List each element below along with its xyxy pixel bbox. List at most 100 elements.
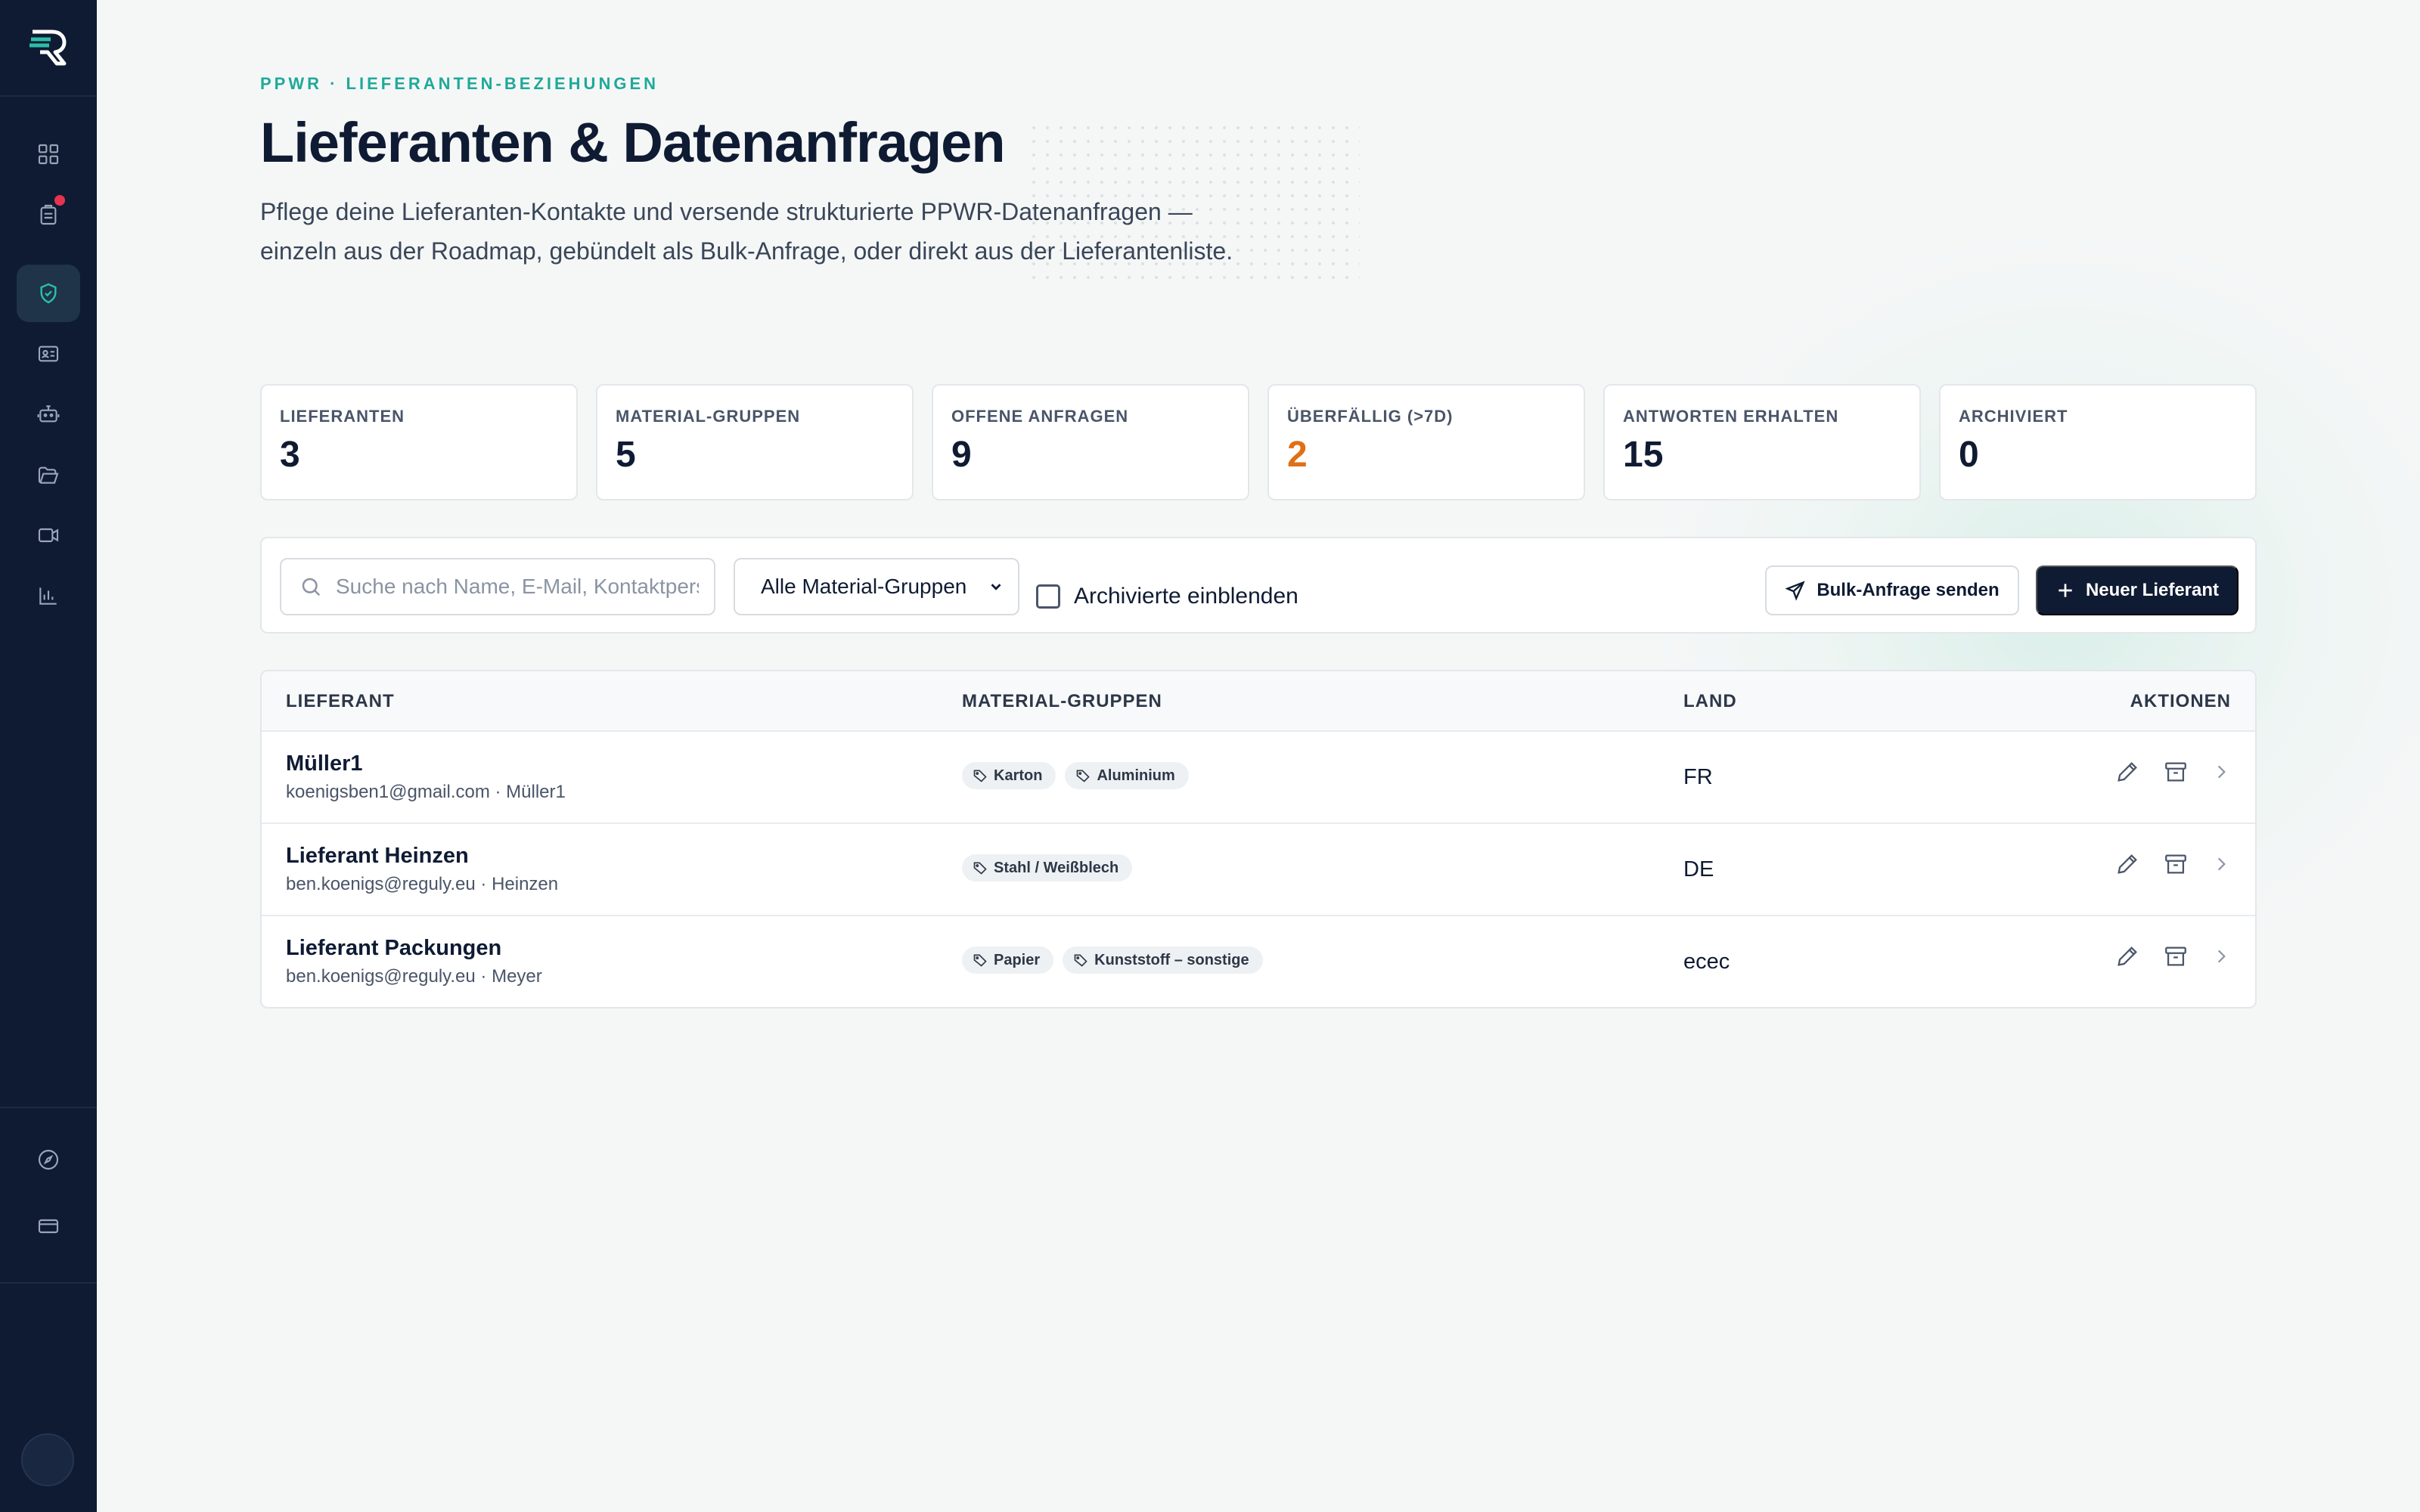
stat-card-overdue: ÜBERFÄLLIG (>7D) 2 xyxy=(1267,384,1585,500)
stat-card-open-requests: OFFENE ANFRAGEN 9 xyxy=(932,384,1249,500)
compass-icon xyxy=(38,1149,59,1170)
archive-icon xyxy=(2165,947,2186,966)
material-tags: Papier Kunststoff – sonstige xyxy=(962,947,1263,974)
nav-billing[interactable] xyxy=(17,1198,80,1255)
supplier-name[interactable]: Lieferant Heinzen xyxy=(286,844,469,869)
user-avatar[interactable] xyxy=(21,1433,74,1486)
stat-label: ANTWORTEN ERHALTEN xyxy=(1623,407,1839,426)
bulk-request-button[interactable]: Bulk-Anfrage senden xyxy=(1765,565,2019,615)
stat-value: 9 xyxy=(951,435,972,475)
stats-row: LIEFERANTEN 3 MATERIAL-GRUPPEN 5 OFFENE … xyxy=(260,384,2257,500)
supplier-country: FR xyxy=(1683,765,1713,789)
video-icon xyxy=(38,528,59,543)
nav-assistant[interactable] xyxy=(17,386,80,443)
supplier-table: LIEFERANT MATERIAL-GRUPPEN LAND AKTIONEN… xyxy=(260,670,2257,1009)
supplier-country: ecec xyxy=(1683,950,1730,974)
column-header-material-groups[interactable]: MATERIAL-GRUPPEN xyxy=(962,691,1162,712)
stat-card-material-groups: MATERIAL-GRUPPEN 5 xyxy=(596,384,914,500)
table-row[interactable]: Müller1 koenigsben1@gmail.com · Müller1 … xyxy=(262,732,2255,824)
chevron-right-icon xyxy=(2217,857,2226,871)
dashboard-icon xyxy=(38,144,59,165)
stat-label: OFFENE ANFRAGEN xyxy=(951,407,1129,426)
material-tag: Kunststoff – sonstige xyxy=(1063,947,1263,974)
nav-contacts[interactable] xyxy=(17,325,80,383)
supplier-name[interactable]: Lieferant Packungen xyxy=(286,936,501,961)
nav-dashboard[interactable] xyxy=(17,125,80,183)
sidebar-divider xyxy=(0,1282,97,1284)
credit-card-icon xyxy=(38,1219,59,1234)
supplier-contact: ben.koenigs@reguly.eu · Meyer xyxy=(286,966,542,987)
sidebar-divider xyxy=(0,1107,97,1108)
filter-toolbar: Alle Material-Gruppen Archivierte einble… xyxy=(260,537,2257,634)
search-input[interactable] xyxy=(336,575,699,599)
material-tag: Aluminium xyxy=(1065,762,1189,789)
material-tag-label: Papier xyxy=(994,951,1041,968)
page-eyebrow: PPWR · LIEFERANTEN-BEZIEHUNGEN xyxy=(260,74,659,93)
material-group-select[interactable]: Alle Material-Gruppen xyxy=(734,558,1019,615)
nav-documents[interactable] xyxy=(17,446,80,503)
tag-icon xyxy=(1077,770,1091,782)
stat-value: 5 xyxy=(616,435,636,475)
page-subtitle: Pflege deine Lieferanten-Kontakte und ve… xyxy=(260,198,1233,265)
id-card-icon xyxy=(38,345,59,362)
edit-button[interactable] xyxy=(2114,851,2140,881)
archive-icon xyxy=(2165,854,2186,874)
tag-icon xyxy=(973,770,987,782)
archive-button[interactable] xyxy=(2163,943,2189,973)
stat-label: MATERIAL-GRUPPEN xyxy=(616,407,801,426)
tag-icon xyxy=(1074,954,1087,967)
material-tag: Papier xyxy=(962,947,1054,974)
material-tag-label: Karton xyxy=(994,767,1043,784)
search-box[interactable] xyxy=(280,558,715,615)
open-row-button[interactable] xyxy=(2211,947,2231,970)
plus-icon xyxy=(2059,584,2072,597)
tag-icon xyxy=(973,954,987,967)
table-header: LIEFERANT MATERIAL-GRUPPEN LAND AKTIONEN xyxy=(262,671,2255,732)
stat-value: 3 xyxy=(280,435,300,475)
archive-button[interactable] xyxy=(2163,759,2189,789)
archive-icon xyxy=(2165,762,2186,782)
column-header-supplier[interactable]: LIEFERANT xyxy=(286,691,395,712)
stat-card-responses: ANTWORTEN ERHALTEN 15 xyxy=(1603,384,1921,500)
stat-card-archived: ARCHIVIERT 0 xyxy=(1939,384,2257,500)
app-logo[interactable] xyxy=(0,0,97,97)
material-tag-label: Stahl / Weißblech xyxy=(994,859,1119,876)
material-tag: Stahl / Weißblech xyxy=(962,854,1133,881)
supplier-contact: ben.koenigs@reguly.eu · Heinzen xyxy=(286,874,559,894)
table-row[interactable]: Lieferant Packungen ben.koenigs@reguly.e… xyxy=(262,916,2255,1007)
supplier-country: DE xyxy=(1683,857,1714,881)
supplier-name[interactable]: Müller1 xyxy=(286,751,363,776)
clipboard-icon xyxy=(40,204,57,225)
column-header-country[interactable]: LAND xyxy=(1683,691,1737,712)
pencil-icon xyxy=(2118,854,2137,874)
archived-checkbox[interactable] xyxy=(1036,584,1060,609)
stat-label: LIEFERANTEN xyxy=(280,407,405,426)
material-tags: Stahl / Weißblech xyxy=(962,854,1133,881)
chevron-down-icon xyxy=(991,584,1001,590)
chevron-right-icon xyxy=(2217,765,2226,779)
nav-reports[interactable] xyxy=(17,567,80,624)
page-title: Lieferanten & Datenanfragen xyxy=(260,111,1006,174)
main-content: PPWR · LIEFERANTEN-BEZIEHUNGEN Lieferant… xyxy=(97,0,2420,1512)
open-row-button[interactable] xyxy=(2211,854,2231,878)
robot-icon xyxy=(37,405,60,423)
edit-button[interactable] xyxy=(2114,759,2140,789)
row-actions xyxy=(2114,943,2231,973)
stat-label: ÜBERFÄLLIG (>7D) xyxy=(1287,407,1454,426)
nav-suppliers[interactable] xyxy=(17,265,80,322)
archive-button[interactable] xyxy=(2163,851,2189,881)
pencil-icon xyxy=(2118,947,2137,966)
material-tag: Karton xyxy=(962,762,1056,789)
supplier-contact: koenigsben1@gmail.com · Müller1 xyxy=(286,782,566,802)
edit-button[interactable] xyxy=(2114,943,2140,973)
nav-roadmap[interactable] xyxy=(17,186,80,243)
new-supplier-button[interactable]: Neuer Lieferant xyxy=(2036,565,2238,615)
row-actions xyxy=(2114,851,2231,881)
stat-card-suppliers: LIEFERANTEN 3 xyxy=(260,384,578,500)
nav-explore[interactable] xyxy=(17,1131,80,1188)
open-row-button[interactable] xyxy=(2211,762,2231,785)
table-row[interactable]: Lieferant Heinzen ben.koenigs@reguly.eu … xyxy=(262,824,2255,916)
archived-toggle[interactable]: Archivierte einblenden xyxy=(1036,584,1298,609)
nav-video[interactable] xyxy=(17,507,80,564)
folder-open-icon xyxy=(38,466,59,484)
